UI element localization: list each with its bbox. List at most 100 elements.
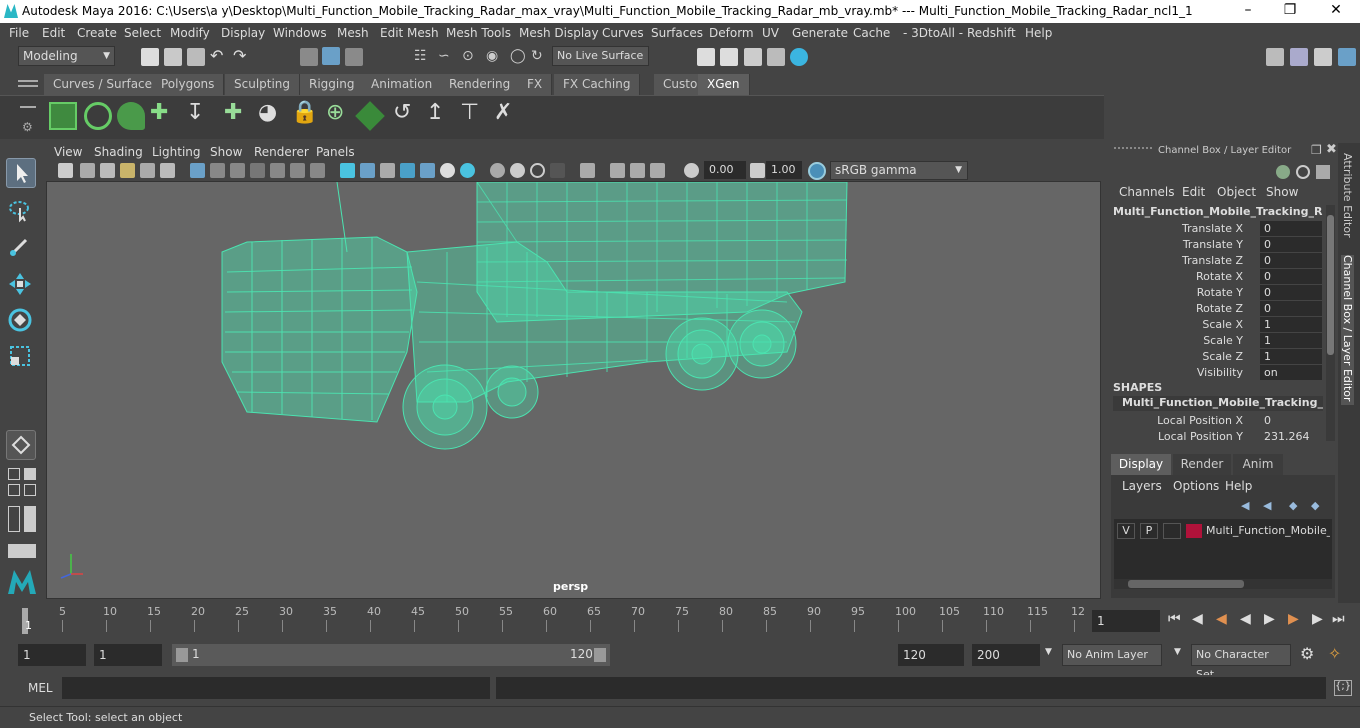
depth-of-field-icon[interactable] bbox=[530, 163, 545, 178]
character-set-dropdown[interactable]: No Character Set bbox=[1191, 644, 1291, 681]
layer-playback-toggle[interactable]: P bbox=[1140, 523, 1158, 539]
select-component-icon[interactable] bbox=[345, 48, 363, 66]
four-view-layout-icon[interactable] bbox=[8, 468, 20, 480]
layer-h-scrollbar[interactable] bbox=[1114, 579, 1332, 589]
script-editor-icon[interactable]: {;} bbox=[1334, 680, 1352, 696]
redshift-render-icon[interactable] bbox=[790, 48, 808, 66]
float-panel-icon[interactable]: ❐ bbox=[1311, 143, 1322, 157]
channel-row[interactable]: Rotate Z0 bbox=[1108, 301, 1323, 317]
colorspace-dropdown[interactable]: sRGB gamma ▼ bbox=[830, 161, 968, 180]
shelf-tab-curves-surfaces[interactable]: Curves / Surfaces bbox=[44, 74, 169, 95]
viewport-menu-panels[interactable]: Panels bbox=[316, 145, 355, 159]
cb-menu-channels[interactable]: Channels bbox=[1119, 185, 1175, 199]
xray-joints-icon[interactable] bbox=[610, 163, 625, 178]
channel-row[interactable]: Visibility on bbox=[1108, 365, 1323, 381]
mel-input[interactable] bbox=[62, 677, 490, 699]
cb-menu-object[interactable]: Object bbox=[1217, 185, 1256, 199]
menu-curves[interactable]: Curves bbox=[602, 26, 644, 40]
time-slider[interactable]: 1 5 10 15 20 25 30 35 40 45 50 55 60 65 … bbox=[18, 604, 1086, 634]
lasso-tool-icon[interactable] bbox=[6, 196, 36, 226]
xgen-sculpt-guide-icon[interactable]: ✚ bbox=[224, 100, 242, 125]
snap-view-icon[interactable]: ◉ bbox=[486, 48, 498, 64]
menu-uv[interactable]: UV bbox=[762, 26, 779, 40]
xgen-add-guide-icon[interactable]: ✚ bbox=[150, 100, 168, 125]
snap-curve-icon[interactable]: ∽ bbox=[438, 48, 450, 64]
viewport-menu-shading[interactable]: Shading bbox=[94, 145, 143, 159]
xgen-delete-guide-icon[interactable]: ✗ bbox=[494, 100, 512, 125]
redo-icon[interactable]: ↷ bbox=[233, 46, 246, 65]
close-button[interactable]: ✕ bbox=[1326, 2, 1346, 20]
mode-dropdown[interactable]: Modeling ▼ bbox=[18, 46, 115, 66]
select-tool-icon[interactable] bbox=[6, 158, 36, 188]
xgen-editor-icon[interactable] bbox=[49, 102, 77, 130]
outliner-layout-icon[interactable] bbox=[8, 506, 20, 532]
xgen-lock-icon[interactable]: 🔒 bbox=[291, 100, 318, 125]
live-surface-field[interactable]: No Live Surface bbox=[552, 46, 649, 66]
xgen-groom-icon[interactable]: ⊕ bbox=[326, 100, 344, 125]
menu-display[interactable]: Display bbox=[221, 26, 265, 40]
scale-tool-icon[interactable] bbox=[6, 342, 36, 372]
shelf-options-icon[interactable] bbox=[20, 106, 36, 108]
shelf-tab-rendering[interactable]: Rendering bbox=[440, 74, 521, 95]
gear-icon[interactable]: ⚙ bbox=[22, 120, 33, 134]
layer-visibility-toggle[interactable]: V bbox=[1117, 523, 1135, 539]
hypershade-layout-icon[interactable] bbox=[24, 484, 36, 496]
step-forward-frame-icon[interactable]: ▶ bbox=[1312, 611, 1323, 627]
grid-icon[interactable] bbox=[190, 163, 205, 178]
menu-cache[interactable]: Cache bbox=[853, 26, 890, 40]
paint-select-tool-icon[interactable] bbox=[6, 232, 36, 262]
range-slider[interactable]: 1 120 bbox=[172, 644, 610, 666]
step-forward-key-icon[interactable]: ▶ bbox=[1288, 611, 1299, 627]
menu-mesh-tools[interactable]: Mesh Tools bbox=[446, 26, 511, 40]
menu-file[interactable]: File bbox=[9, 26, 29, 40]
camera-attributes-icon[interactable] bbox=[80, 163, 95, 178]
panel-drag-handle[interactable] bbox=[1114, 147, 1152, 153]
xgen-preview-icon[interactable] bbox=[84, 102, 112, 130]
bookmark-icon[interactable] bbox=[100, 163, 115, 178]
isolate-select-icon[interactable] bbox=[550, 163, 565, 178]
channel-row[interactable]: Local Position X0 bbox=[1108, 413, 1323, 429]
snap-surface-icon[interactable]: ◯ bbox=[510, 48, 526, 64]
menu-create[interactable]: Create bbox=[77, 26, 117, 40]
cb-menu-edit[interactable]: Edit bbox=[1182, 185, 1205, 199]
use-lights-icon[interactable] bbox=[420, 163, 435, 178]
animation-preferences-icon[interactable]: ✧ bbox=[1328, 644, 1341, 663]
layer-menu-layers[interactable]: Layers bbox=[1122, 479, 1162, 493]
shelf-tab-polygons[interactable]: Polygons bbox=[152, 74, 225, 95]
chevron-down-icon[interactable]: ▼ bbox=[1045, 647, 1052, 657]
current-frame-field[interactable]: 1 bbox=[1092, 610, 1160, 632]
open-scene-icon[interactable] bbox=[164, 48, 182, 66]
make-live-icon[interactable]: ↻ bbox=[531, 48, 543, 64]
cb-menu-show[interactable]: Show bbox=[1266, 185, 1298, 199]
viewport-menu-lighting[interactable]: Lighting bbox=[152, 145, 201, 159]
select-object-icon[interactable] bbox=[322, 47, 340, 65]
wireframe-on-shaded-icon[interactable] bbox=[380, 163, 395, 178]
menu-help[interactable]: Help bbox=[1025, 26, 1052, 40]
layer-tab-display[interactable]: Display bbox=[1111, 454, 1171, 475]
viewport-menu-show[interactable]: Show bbox=[210, 145, 242, 159]
truck-wireframe-model[interactable] bbox=[47, 182, 1101, 599]
smooth-shade-icon[interactable] bbox=[360, 163, 375, 178]
step-back-key-icon[interactable]: ◀ bbox=[1216, 611, 1227, 627]
xgen-length-icon[interactable]: ⊤ bbox=[460, 100, 479, 125]
mel-label[interactable]: MEL bbox=[28, 681, 53, 695]
anim-layer-dropdown[interactable]: No Anim Layer bbox=[1062, 644, 1162, 666]
layer-tab-anim[interactable]: Anim bbox=[1233, 454, 1283, 475]
ipr-render-icon[interactable] bbox=[720, 48, 738, 66]
channel-row[interactable]: Translate Y0 bbox=[1108, 237, 1323, 253]
menu-3dtoall[interactable]: - 3DtoAll - bbox=[903, 26, 963, 40]
shelf-tab-rigging[interactable]: Rigging bbox=[300, 74, 365, 95]
menu-windows[interactable]: Windows bbox=[273, 26, 327, 40]
exposure-field[interactable]: 0.00 bbox=[704, 161, 746, 179]
image-plane-icon[interactable] bbox=[120, 163, 135, 178]
gamma-icon[interactable] bbox=[750, 163, 765, 178]
layer-display-type-toggle[interactable] bbox=[1163, 523, 1181, 539]
attribute-editor-tab[interactable]: Attribute Editor bbox=[1341, 153, 1354, 238]
attribute-editor-toggle-icon[interactable] bbox=[1290, 48, 1308, 66]
render-frame-icon[interactable] bbox=[697, 48, 715, 66]
gamma-field[interactable]: 1.00 bbox=[766, 161, 802, 179]
menu-edit-mesh[interactable]: Edit Mesh bbox=[380, 26, 439, 40]
layer-color-swatch[interactable] bbox=[1186, 524, 1202, 538]
channel-row[interactable]: Scale X1 bbox=[1108, 317, 1323, 333]
gate-mask-icon[interactable] bbox=[250, 163, 265, 178]
